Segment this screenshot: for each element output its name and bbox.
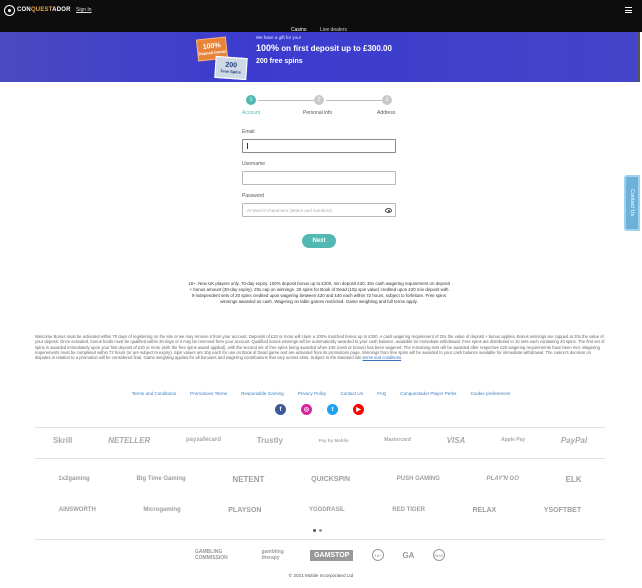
footer-links: Terms and Conditions Promotions Terms Re…	[0, 391, 642, 396]
step-3-circle: 3	[382, 95, 392, 105]
terms-and-conditions-link[interactable]: terms and conditions	[363, 355, 402, 360]
ibas-logo[interactable]: IBAS	[433, 549, 445, 561]
paypal-logo: PayPal	[560, 435, 588, 445]
provider-logo: RED TIGER	[392, 507, 425, 513]
provider-logo: PLAYSON	[228, 506, 262, 514]
password-field[interactable]: At least 8 characters (letters and numbe…	[242, 203, 396, 217]
provider-logo: QUICKSPIN	[311, 475, 351, 483]
carousel-dots	[313, 529, 322, 532]
step-connector	[326, 100, 382, 101]
step-1-circle: 1	[246, 95, 256, 105]
promo-banner[interactable]	[0, 32, 640, 82]
top-bar: CONQUESTADOR Sign In	[0, 0, 642, 20]
youtube-icon[interactable]: ▶	[353, 404, 364, 415]
paysafecard-logo: paysafecard	[185, 437, 222, 443]
free-spins-badge: 200 Free Spins	[214, 55, 248, 81]
show-password-eye-icon[interactable]	[385, 208, 392, 213]
carousel-dot[interactable]	[313, 529, 316, 532]
footer-link-contact-us[interactable]: Contact Us	[333, 391, 370, 396]
provider-logo: YSOFTBET	[543, 506, 582, 514]
neteller-logo: NETELLER	[108, 435, 151, 445]
provider-logo: NETENT	[232, 474, 265, 484]
payment-methods: Skrill NETELLER paysafecard Trustly Pay …	[35, 431, 605, 449]
game-providers-row-1: 1x2gaming Big Time Gaming NETENT QUICKSP…	[35, 471, 605, 487]
welcome-bonus-terms: Welcome Bonus must be activated within 7…	[35, 334, 605, 361]
mastercard-logo: Mastercard	[384, 437, 411, 443]
site-logo[interactable]: CONQUESTADOR	[4, 4, 71, 16]
username-label: Username	[242, 161, 266, 167]
social-links: f ◎ t ▶	[275, 404, 364, 415]
provider-logo: Microgaming	[143, 507, 181, 513]
instagram-icon[interactable]: ◎	[301, 404, 312, 415]
footer-link-responsible-gaming[interactable]: Responsible Gaming	[234, 391, 291, 396]
facebook-icon[interactable]: f	[275, 404, 286, 415]
twitter-icon[interactable]: t	[327, 404, 338, 415]
footer-divider	[35, 427, 605, 428]
skrill-logo: Skrill	[52, 435, 73, 445]
footer-divider	[35, 539, 605, 540]
apple-pay-logo: Apple Pay	[500, 437, 526, 443]
gambling-therapy-logo[interactable]: gambling therapy	[262, 549, 292, 561]
regulator-logos: GAMBLING COMMISSION gambling therapy GAM…	[195, 547, 445, 563]
promo-headline: 100% on first deposit up to £300.00	[256, 43, 392, 53]
gift-line: We have a gift for you!	[256, 35, 301, 40]
copyright-text: © 2021 Mobile Incorporated Ltd	[288, 573, 354, 578]
footer-divider	[35, 458, 605, 459]
footer-link-promotions-terms[interactable]: Promotions Terms	[183, 391, 234, 396]
step-2-circle: 2	[314, 95, 324, 105]
offer-terms-text: 18+. New UK players only. 70-day expiry.…	[188, 281, 450, 304]
step-connector	[258, 100, 314, 101]
pay-by-mobile-logo: Pay by Mobile	[318, 437, 349, 443]
provider-logo: AINSWORTH	[58, 507, 96, 513]
logo-mark-icon	[4, 4, 15, 16]
footer-link-privacy-policy[interactable]: Privacy Policy	[291, 391, 334, 396]
email-field[interactable]	[242, 139, 396, 153]
text-caret	[247, 143, 248, 149]
carousel-dot[interactable]	[319, 529, 322, 532]
age-18-plus-icon: 18+	[371, 549, 384, 561]
provider-logo: Big Time Gaming	[136, 476, 186, 482]
email-label: Email	[242, 129, 255, 135]
password-placeholder: At least 8 characters (letters and numbe…	[247, 207, 333, 213]
provider-logo: ELK	[565, 474, 582, 484]
trustly-logo: Trustly	[256, 435, 283, 445]
sign-in-link[interactable]: Sign In	[76, 7, 92, 13]
provider-logo: PUSH GAMING	[396, 476, 440, 482]
game-providers-row-2: AINSWORTH Microgaming PLAYSON YGGDRASIL …	[35, 502, 605, 518]
gamblers-anonymous-logo[interactable]: GA	[402, 551, 414, 560]
visa-logo: VISA	[446, 435, 466, 445]
logo-text: CONQUESTADOR	[17, 7, 71, 13]
provider-logo: 1x2gaming	[58, 476, 90, 482]
hamburger-menu-icon[interactable]	[625, 7, 632, 13]
provider-logo: YGGDRASIL	[309, 507, 345, 513]
provider-logo: PLAY'N GO	[486, 476, 519, 482]
step-3-label: Address	[377, 110, 396, 116]
tab-strip: Casino Live dealers	[0, 20, 642, 35]
gamstop-logo[interactable]: GAMSTOP	[310, 549, 354, 561]
step-1-label: Account	[242, 110, 261, 116]
contact-us-tab[interactable]: Contact Us	[624, 175, 640, 231]
password-label: Password	[242, 193, 264, 199]
promo-subline: 200 free spins	[256, 58, 303, 65]
step-2-label: Personal info	[303, 110, 333, 116]
footer-link-player-perks[interactable]: Conquestador Player Perks	[393, 391, 463, 396]
footer-link-cookie-preferences[interactable]: Cookie preferences	[463, 391, 517, 396]
username-field[interactable]	[242, 171, 396, 185]
footer-link-faq[interactable]: FAQ	[370, 391, 393, 396]
gambling-commission-logo[interactable]: GAMBLING COMMISSION	[195, 549, 243, 561]
footer-link-terms[interactable]: Terms and Conditions	[125, 391, 183, 396]
provider-logo: RELAX	[472, 506, 497, 514]
next-button[interactable]: Next	[302, 234, 336, 248]
